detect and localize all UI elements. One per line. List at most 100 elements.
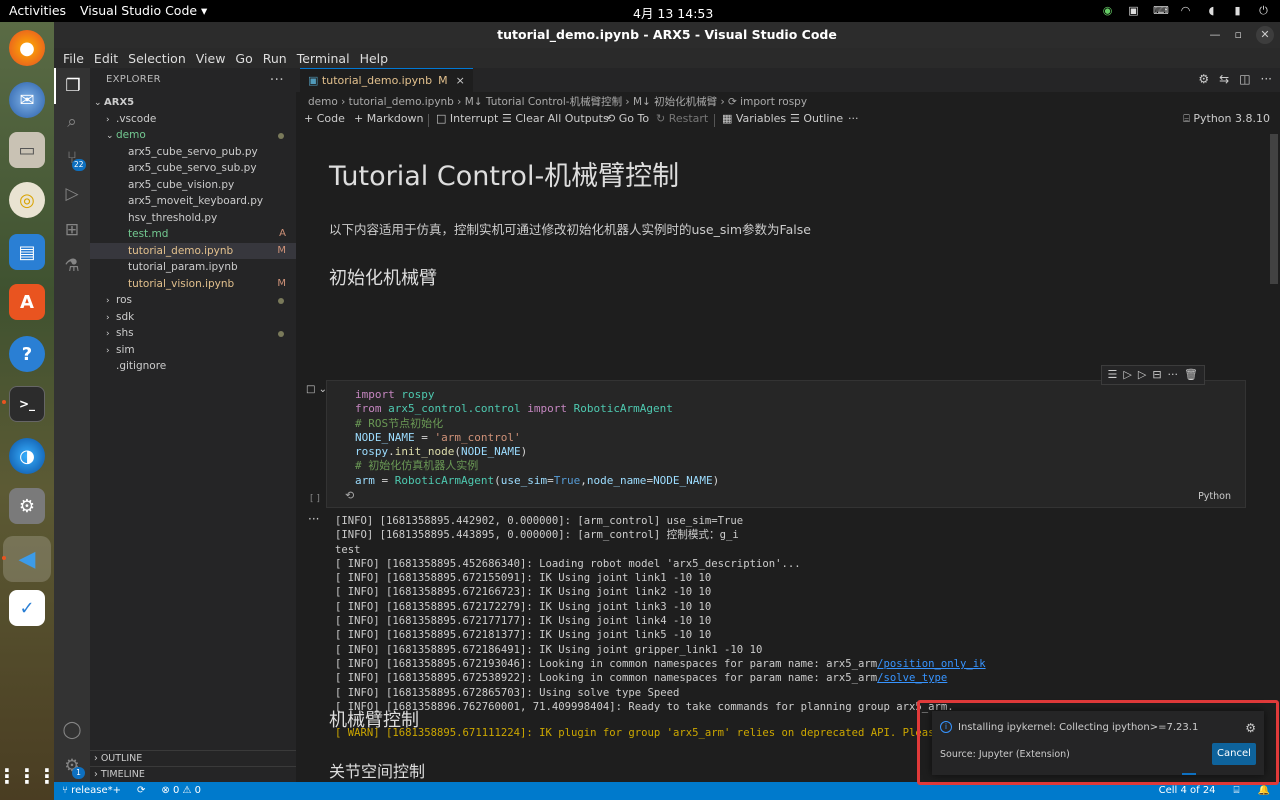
tab-tutorial-demo[interactable]: ▣ tutorial_demo.ipynb M × — [300, 68, 473, 92]
vscode-icon[interactable]: ◀ — [3, 536, 51, 582]
kernel-picker[interactable]: ⌸ Python 3.8.10 — [1183, 112, 1270, 126]
system-tray[interactable]: ◉ ▣ ⌨ ◠ ◖ ▮ ⏻ — [1101, 4, 1270, 17]
wifi-icon[interactable]: ◠ — [1179, 4, 1192, 17]
tab-close-icon[interactable]: × — [456, 74, 465, 87]
app-indicator-icon[interactable]: ▣ — [1127, 4, 1140, 17]
problems-status[interactable]: ⊗ 0 ⚠ 0 — [161, 782, 201, 800]
source-control-icon[interactable]: ⑂ 22 — [54, 140, 90, 176]
file-item[interactable]: test.md A — [90, 226, 296, 243]
activities-button[interactable]: Activities — [9, 3, 66, 18]
menu-run[interactable]: Run — [258, 51, 292, 66]
breadcrumb[interactable]: demo › tutorial_demo.ipynb › M↓ Tutorial… — [308, 94, 807, 110]
help-icon[interactable]: ? — [9, 336, 45, 372]
branch-status[interactable]: ⑂ release*+ — [62, 782, 121, 800]
robot-app-icon[interactable]: ⚙ — [9, 488, 45, 524]
browser-icon[interactable]: ◑ — [9, 438, 45, 474]
outline-section[interactable]: › OUTLINE — [90, 750, 296, 766]
folder-item[interactable]: › ros — [90, 292, 296, 309]
output-more-icon[interactable]: ··· — [308, 512, 319, 526]
run-debug-icon[interactable]: ▷ — [54, 176, 90, 212]
minimize-icon[interactable]: — — [1210, 22, 1221, 48]
testing-icon[interactable]: ⚗ — [54, 248, 90, 284]
folder-item[interactable]: › .vscode — [90, 111, 296, 128]
add-code-button[interactable]: + Code — [304, 112, 345, 125]
menu-edit[interactable]: Edit — [89, 51, 123, 66]
menu-selection[interactable]: Selection — [123, 51, 191, 66]
rhythmbox-icon[interactable]: ◎ — [9, 182, 45, 218]
file-item[interactable]: arx5_moveit_keyboard.py — [90, 193, 296, 210]
firefox-icon[interactable]: ● — [9, 30, 45, 66]
account-icon[interactable]: ◯ — [54, 712, 90, 748]
gear-icon[interactable]: ⚙ — [1245, 721, 1256, 735]
search-icon[interactable]: ⌕ — [54, 104, 90, 140]
close-icon[interactable]: ✕ — [1256, 26, 1274, 44]
execute-above-icon[interactable]: ▷ — [1123, 368, 1131, 382]
clock[interactable]: 4月 13 14:53 — [633, 3, 713, 22]
timeline-section[interactable]: › TIMELINE — [90, 766, 296, 782]
code-editor[interactable]: import rospy from arx5_control.control i… — [355, 388, 719, 488]
goto-button[interactable]: ⟲ Go To — [606, 112, 649, 125]
code-cell[interactable]: ☰ ▷ ▷ ⊟ ··· 🗑 import rospy from arx5_con… — [326, 365, 1246, 508]
show-apps-icon[interactable]: ⋮⋮⋮ — [0, 758, 57, 794]
more-actions-icon[interactable]: ··· — [1261, 72, 1272, 86]
folder-item[interactable]: › sdk — [90, 309, 296, 326]
variables-button[interactable]: ▦ Variables — [722, 112, 786, 125]
scrollbar[interactable] — [1270, 134, 1278, 284]
file-item[interactable]: arx5_cube_servo_pub.py — [90, 144, 296, 161]
interrupt-button[interactable]: □ Interrupt — [436, 112, 498, 125]
more-cell-icon[interactable]: ··· — [1168, 368, 1179, 382]
app-menu[interactable]: Visual Studio Code ▾ — [80, 3, 207, 18]
menu-terminal[interactable]: Terminal — [292, 51, 355, 66]
terminal-icon[interactable]: >_ — [9, 386, 45, 422]
more-toolbar-icon[interactable]: ··· — [848, 112, 859, 125]
file-item[interactable]: arx5_cube_vision.py — [90, 177, 296, 194]
cell-language[interactable]: Python — [1198, 491, 1231, 502]
split-cell-icon[interactable]: ⊟ — [1152, 368, 1161, 382]
menu-help[interactable]: Help — [355, 51, 394, 66]
power-icon[interactable]: ⏻ — [1257, 4, 1270, 17]
writer-icon[interactable]: ▤ — [9, 234, 45, 270]
menu-file[interactable]: File — [58, 51, 89, 66]
battery-icon[interactable]: ▮ — [1231, 4, 1244, 17]
clear-outputs-button[interactable]: ☰ Clear All Outputs — [502, 112, 609, 125]
compare-icon[interactable]: ⇆ — [1219, 72, 1229, 86]
run-by-line-icon[interactable]: ☰ — [1108, 368, 1118, 382]
output-link[interactable]: /solve_type — [877, 672, 947, 684]
explorer-root[interactable]: ⌄ ARX5 — [90, 94, 296, 111]
file-item[interactable]: tutorial_param.ipynb — [90, 259, 296, 276]
execute-below-icon[interactable]: ▷ — [1138, 368, 1146, 382]
file-item[interactable]: tutorial_vision.ipynb M — [90, 276, 296, 293]
delete-cell-icon[interactable]: 🗑 — [1184, 368, 1198, 382]
explorer-icon[interactable]: ❐ — [54, 68, 90, 104]
menu-go[interactable]: Go — [230, 51, 257, 66]
restart-button[interactable]: ↻ Restart — [656, 112, 708, 125]
settings-icon[interactable]: ⚙ — [1198, 72, 1209, 86]
app-indicator-icon[interactable]: ◉ — [1101, 4, 1114, 17]
file-item[interactable]: tutorial_demo.ipynb M — [90, 242, 296, 259]
input-method-icon[interactable]: ⌨ — [1153, 4, 1169, 17]
cell-run-icon[interactable]: □ ⌄ — [306, 384, 327, 395]
file-item[interactable]: hsv_threshold.py — [90, 210, 296, 227]
files-icon[interactable]: ▭ — [9, 132, 45, 168]
cell-history-icon[interactable]: ⟲ — [345, 489, 354, 502]
volume-icon[interactable]: ◖ — [1205, 4, 1218, 17]
folder-item[interactable]: › shs — [90, 325, 296, 342]
restore-icon[interactable]: ▫ — [1235, 22, 1242, 48]
split-editor-icon[interactable]: ◫ — [1239, 72, 1250, 86]
add-markdown-button[interactable]: + Markdown — [354, 112, 424, 125]
file-item[interactable]: .gitignore — [90, 358, 296, 375]
sync-icon[interactable]: ⟳ — [137, 782, 145, 800]
extensions-icon[interactable]: ⊞ — [54, 212, 90, 248]
thunderbird-icon[interactable]: ✉ — [9, 82, 45, 118]
cancel-button[interactable]: Cancel — [1212, 743, 1256, 765]
more-actions-icon[interactable]: ··· — [270, 68, 284, 92]
feishu-icon[interactable]: ✓ — [9, 590, 45, 626]
file-item[interactable]: arx5_cube_servo_sub.py — [90, 160, 296, 177]
folder-item[interactable]: ⌄ demo — [90, 127, 296, 144]
output-link[interactable]: /position_only_ik — [877, 658, 985, 670]
software-center-icon[interactable]: A — [9, 284, 45, 320]
menu-view[interactable]: View — [191, 51, 231, 66]
folder-item[interactable]: › sim — [90, 342, 296, 359]
manage-gear-icon[interactable]: ⚙ 1 — [54, 748, 90, 784]
outline-button[interactable]: ☰ Outline — [790, 112, 843, 125]
